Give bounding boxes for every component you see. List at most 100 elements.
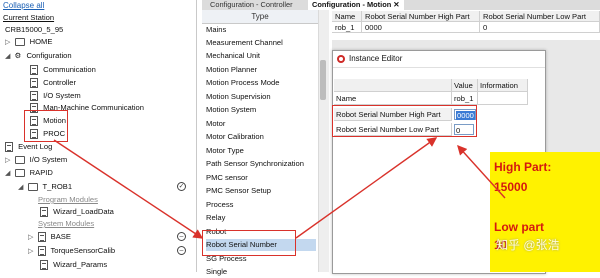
rapid-node-label: RAPID: [29, 168, 53, 177]
editor-param-name: Name: [334, 92, 452, 105]
tree-node-configuration[interactable]: ◢ ⚙ Configuration: [5, 50, 72, 62]
type-item-mechanical-unit[interactable]: Mechanical Unit: [206, 50, 316, 62]
type-item-path-sensor-sync[interactable]: Path Sensor Synchronization: [206, 158, 316, 170]
editor-header-information: Information: [478, 79, 528, 92]
module-icon: [40, 260, 48, 270]
document-icon: [30, 65, 38, 75]
chevron-right-icon[interactable]: ▷: [28, 234, 33, 241]
io-system-node-label: I/O System: [29, 155, 68, 164]
tab-bar: Configuration - Controller Configuration…: [202, 0, 600, 10]
gear-icon: ⚙: [14, 51, 22, 60]
tree-node-controller[interactable]: Controller: [30, 77, 76, 89]
wizard-params-node-label: Wizard_Params: [53, 260, 108, 269]
chevron-down-icon[interactable]: ◢: [5, 53, 10, 60]
type-item-motor[interactable]: Motor: [206, 118, 316, 130]
wizard-loaddata-node-label: Wizard_LoadData: [53, 207, 114, 216]
type-list-scroll-thumb[interactable]: [320, 60, 326, 100]
type-item-single[interactable]: Single: [206, 266, 316, 278]
tree-node-io-system-config[interactable]: I/O System: [30, 90, 81, 102]
program-modules-heading: Program Modules: [38, 195, 98, 204]
system-modules-heading: System Modules: [38, 219, 95, 228]
rapid-icon: [14, 169, 25, 177]
tree-node-station[interactable]: CRB15000_5_95: [5, 24, 63, 36]
home-node-label: HOME: [29, 37, 53, 46]
configuration-node-label: Configuration: [26, 51, 72, 60]
type-list-scrollbar[interactable]: [318, 10, 329, 272]
chevron-right-icon[interactable]: ▷: [28, 248, 33, 255]
module-icon: [37, 246, 46, 256]
tree-node-torquesensorcalib[interactable]: ▷ TorqueSensorCalib: [28, 245, 115, 257]
grid-cell-low-part[interactable]: 0: [480, 22, 600, 33]
communication-node-label: Communication: [43, 65, 96, 74]
tree-node-communication[interactable]: Communication: [30, 64, 96, 76]
note-high-value: 15000: [494, 180, 528, 194]
annotation-note: High Part: 15000 Low part 10: [490, 152, 600, 272]
grid-cell-high-part[interactable]: 0000: [362, 22, 480, 33]
tree-node-base[interactable]: ▷ BASE: [28, 231, 71, 243]
type-item-measurement-channel[interactable]: Measurement Channel: [206, 37, 316, 49]
note-low-label: Low part: [494, 220, 544, 234]
event-log-icon: [5, 142, 13, 152]
controller-node-label: Controller: [43, 78, 77, 87]
tree-node-event-log[interactable]: Event Log: [5, 141, 52, 153]
station-node-label: CRB15000_5_95: [5, 25, 64, 34]
robot-serial-highlight-box: [202, 230, 296, 256]
tree-node-wizard-loaddata[interactable]: Wizard_LoadData: [40, 206, 114, 218]
editor-header-value: Value: [452, 79, 478, 92]
tab-configuration-motion-label: Configuration - Motion: [312, 0, 392, 9]
instance-grid: Name Robot Serial Number High Part Robot…: [332, 10, 600, 40]
editor-header-parameter: [334, 79, 452, 92]
collapse-all-link[interactable]: Collapse all: [3, 1, 44, 10]
tree-node-wizard-params[interactable]: Wizard_Params: [40, 259, 107, 271]
torquesensorcalib-node-label: TorqueSensorCalib: [50, 246, 116, 255]
chevron-down-icon[interactable]: ◢: [5, 170, 10, 177]
type-item-mains[interactable]: Mains: [206, 24, 316, 36]
watermark: 知乎 @张浩: [496, 238, 560, 252]
type-item-relay[interactable]: Relay: [206, 212, 316, 224]
grid-header-high-part[interactable]: Robot Serial Number High Part: [362, 11, 480, 22]
task-icon: [27, 183, 38, 191]
grid-cell-name[interactable]: rob_1: [332, 22, 362, 33]
abb-app-icon: [337, 55, 345, 63]
io-icon: [14, 156, 25, 164]
tree-node-rapid[interactable]: ◢ RAPID: [5, 167, 53, 179]
event-log-node-label: Event Log: [18, 142, 53, 151]
type-item-pmc-sensor-setup[interactable]: PMC Sensor Setup: [206, 185, 316, 197]
editor-value-name[interactable]: rob_1: [452, 92, 478, 105]
module-icon: [40, 207, 48, 217]
tree-node-home[interactable]: ▷ HOME: [5, 36, 52, 48]
current-station-heading: Current Station: [3, 13, 55, 22]
tab-configuration-motion[interactable]: Configuration - Motion ✕: [308, 0, 404, 10]
tree-node-io-system[interactable]: ▷ I/O System: [5, 154, 67, 166]
type-item-pmc-sensor[interactable]: PMC sensor: [206, 172, 316, 184]
base-node-label: BASE: [50, 232, 71, 241]
io-system-config-node-label: I/O System: [43, 91, 81, 100]
chevron-down-icon[interactable]: ◢: [18, 184, 23, 191]
type-column-header[interactable]: Type: [202, 10, 318, 24]
check-circle-icon: ✓: [177, 182, 186, 191]
minus-circle-icon: –: [177, 232, 186, 241]
document-icon: [30, 91, 38, 101]
tree-node-t-rob1[interactable]: ◢ T_ROB1: [18, 181, 72, 193]
module-icon: [37, 232, 46, 242]
type-item-motor-type[interactable]: Motor Type: [206, 145, 316, 157]
type-item-motor-calibration[interactable]: Motor Calibration: [206, 131, 316, 143]
close-icon[interactable]: ✕: [393, 0, 399, 9]
type-item-motion-planner[interactable]: Motion Planner: [206, 64, 316, 76]
chevron-right-icon[interactable]: ▷: [5, 39, 10, 46]
motion-highlight-box: [24, 110, 68, 142]
tab-configuration-controller[interactable]: Configuration - Controller: [206, 0, 297, 10]
type-item-motion-system[interactable]: Motion System: [206, 104, 316, 116]
dialog-title-bar[interactable]: Instance Editor: [333, 51, 545, 68]
type-item-motion-process-mode[interactable]: Motion Process Mode: [206, 77, 316, 89]
dialog-title: Instance Editor: [349, 54, 403, 63]
folder-icon: [14, 38, 25, 46]
minus-circle-icon: –: [177, 246, 186, 255]
type-item-motion-supervision[interactable]: Motion Supervision: [206, 91, 316, 103]
note-high-label: High Part:: [494, 160, 552, 174]
grid-header-low-part[interactable]: Robot Serial Number Low Part: [480, 11, 600, 22]
grid-header-name[interactable]: Name: [332, 11, 362, 22]
t-rob1-node-label: T_ROB1: [42, 182, 73, 191]
chevron-right-icon[interactable]: ▷: [5, 157, 10, 164]
type-item-process[interactable]: Process: [206, 199, 316, 211]
